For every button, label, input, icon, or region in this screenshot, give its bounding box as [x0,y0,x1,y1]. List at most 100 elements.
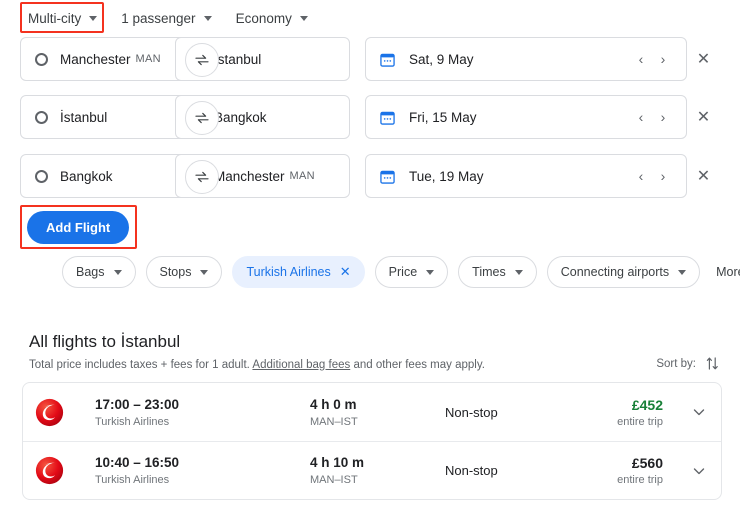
chevron-down-icon [691,463,707,479]
flight-price-cell: £452 entire trip [605,397,667,428]
sort-by-control[interactable]: Sort by: [656,356,719,371]
sort-by-label: Sort by: [656,358,696,370]
departure-date-value: Tue, 19 May [409,169,630,184]
origin-input[interactable]: Bangkok [20,154,195,198]
filter-chip-label: More [716,265,740,279]
flight-route: MAN–IST [310,474,445,486]
flight-result-row[interactable]: 17:00 – 23:00 Turkish Airlines 4 h 0 m M… [23,383,721,441]
filter-chip-label: Turkish Airlines [246,265,330,279]
close-icon[interactable]: ✕ [340,264,351,280]
flight-slice-row: Manchester MAN İstanbul Sat, 9 May ‹ › ✕ [20,37,720,81]
filter-chip-stops[interactable]: Stops [146,256,223,288]
chevron-down-icon [114,270,122,275]
places-group: İstanbul Bangkok [20,95,350,139]
expand-flight-button[interactable] [667,404,707,420]
origin-city: Manchester [60,52,131,67]
expand-flight-button[interactable] [667,463,707,479]
previous-date-button[interactable]: ‹ [630,168,652,184]
origin-input[interactable]: İstanbul [20,95,195,139]
additional-bag-fees-link[interactable]: Additional bag fees [252,359,350,371]
filter-chip-label: Connecting airports [561,265,669,279]
flight-result-row[interactable]: 10:40 – 16:50 Turkish Airlines 4 h 10 m … [23,441,721,499]
departure-date-value: Sat, 9 May [409,52,630,67]
swap-arrows-icon [194,52,210,68]
chevron-down-icon [678,270,686,275]
flight-times: 10:40 – 16:50 [95,455,310,470]
destination-city: Bangkok [214,110,267,125]
places-group: Manchester MAN İstanbul [20,37,350,81]
remove-flight-button[interactable]: ✕ [687,166,720,186]
airline-logo [35,456,95,485]
next-date-button[interactable]: › [652,168,674,184]
origin-input[interactable]: Manchester MAN [20,37,195,81]
filter-chips-bar: Bags Stops Turkish Airlines ✕ Price Time… [62,256,740,288]
chevron-down-icon [691,404,707,420]
previous-date-button[interactable]: ‹ [630,51,652,67]
flight-airline: Turkish Airlines [95,416,310,428]
swap-arrows-icon [194,169,210,185]
flight-slice-row: İstanbul Bangkok Fri, 15 May ‹ › ✕ [20,95,720,139]
origin-circle-icon [35,53,48,66]
cabin-class-dropdown[interactable]: Economy [228,4,316,32]
filter-chip-airline-turkish-airlines[interactable]: Turkish Airlines ✕ [232,256,364,288]
filter-chip-times[interactable]: Times [458,256,537,288]
flight-duration: 4 h 0 m [310,397,445,412]
flight-duration: 4 h 10 m [310,455,445,470]
chevron-down-icon [200,270,208,275]
flight-results-list: 17:00 – 23:00 Turkish Airlines 4 h 0 m M… [22,382,722,500]
departure-date-value: Fri, 15 May [409,110,630,125]
flight-slice-row: Bangkok Manchester MAN Tue, 19 May ‹ › ✕ [20,154,720,198]
chevron-down-icon [300,16,308,21]
flight-route: MAN–IST [310,416,445,428]
next-date-button[interactable]: › [652,51,674,67]
swap-origin-destination-button[interactable] [185,43,219,77]
trip-type-dropdown[interactable]: Multi-city [20,4,105,32]
calendar-icon [380,169,395,184]
turkish-airlines-logo-icon [35,456,64,485]
disclaimer-text-before: Total price includes taxes + fees for 1 … [29,359,252,371]
flight-stops: Non-stop [445,463,605,478]
departure-date-field[interactable]: Fri, 15 May ‹ › [365,95,687,139]
page-title: All flights to İstanbul [29,332,719,352]
swap-origin-destination-button[interactable] [185,160,219,194]
origin-circle-icon [35,170,48,183]
results-disclaimer: Total price includes taxes + fees for 1 … [29,359,719,371]
passengers-dropdown[interactable]: 1 passenger [113,4,219,32]
disclaimer-text-after: and other fees may apply. [350,359,485,371]
destination-city: İstanbul [214,52,261,67]
filter-chip-label: Bags [76,265,105,279]
filter-chip-label: Stops [160,265,192,279]
remove-flight-button[interactable]: ✕ [687,49,720,69]
filter-chip-connecting-airports[interactable]: Connecting airports [547,256,700,288]
remove-flight-button[interactable]: ✕ [687,107,720,127]
airline-logo [35,398,95,427]
swap-origin-destination-button[interactable] [185,101,219,135]
departure-date-field[interactable]: Sat, 9 May ‹ › [365,37,687,81]
destination-city: Manchester [214,169,285,184]
flight-price-scope: entire trip [605,474,663,486]
departure-date-field[interactable]: Tue, 19 May ‹ › [365,154,687,198]
flight-times-cell: 17:00 – 23:00 Turkish Airlines [95,397,310,428]
flight-price: £452 [605,397,663,413]
flight-stops: Non-stop [445,405,605,420]
results-header: All flights to İstanbul Total price incl… [29,332,719,371]
flight-times-cell: 10:40 – 16:50 Turkish Airlines [95,455,310,486]
filter-chip-price[interactable]: Price [375,256,448,288]
calendar-icon [380,110,395,125]
trip-type-label: Multi-city [28,11,81,26]
previous-date-button[interactable]: ‹ [630,109,652,125]
filter-chip-bags[interactable]: Bags [62,256,136,288]
flight-duration-cell: 4 h 10 m MAN–IST [310,455,445,486]
origin-code: MAN [136,53,161,65]
flight-price-cell: £560 entire trip [605,455,667,486]
calendar-icon [380,52,395,67]
chevron-down-icon [204,16,212,21]
flight-price: £560 [605,455,663,471]
filter-chip-label: Times [472,265,506,279]
swap-arrows-icon [194,110,210,126]
next-date-button[interactable]: › [652,109,674,125]
passengers-label: 1 passenger [121,11,195,26]
filter-chip-more[interactable]: More [710,257,740,287]
add-flight-button[interactable]: Add Flight [27,211,129,244]
origin-city: İstanbul [60,110,107,125]
